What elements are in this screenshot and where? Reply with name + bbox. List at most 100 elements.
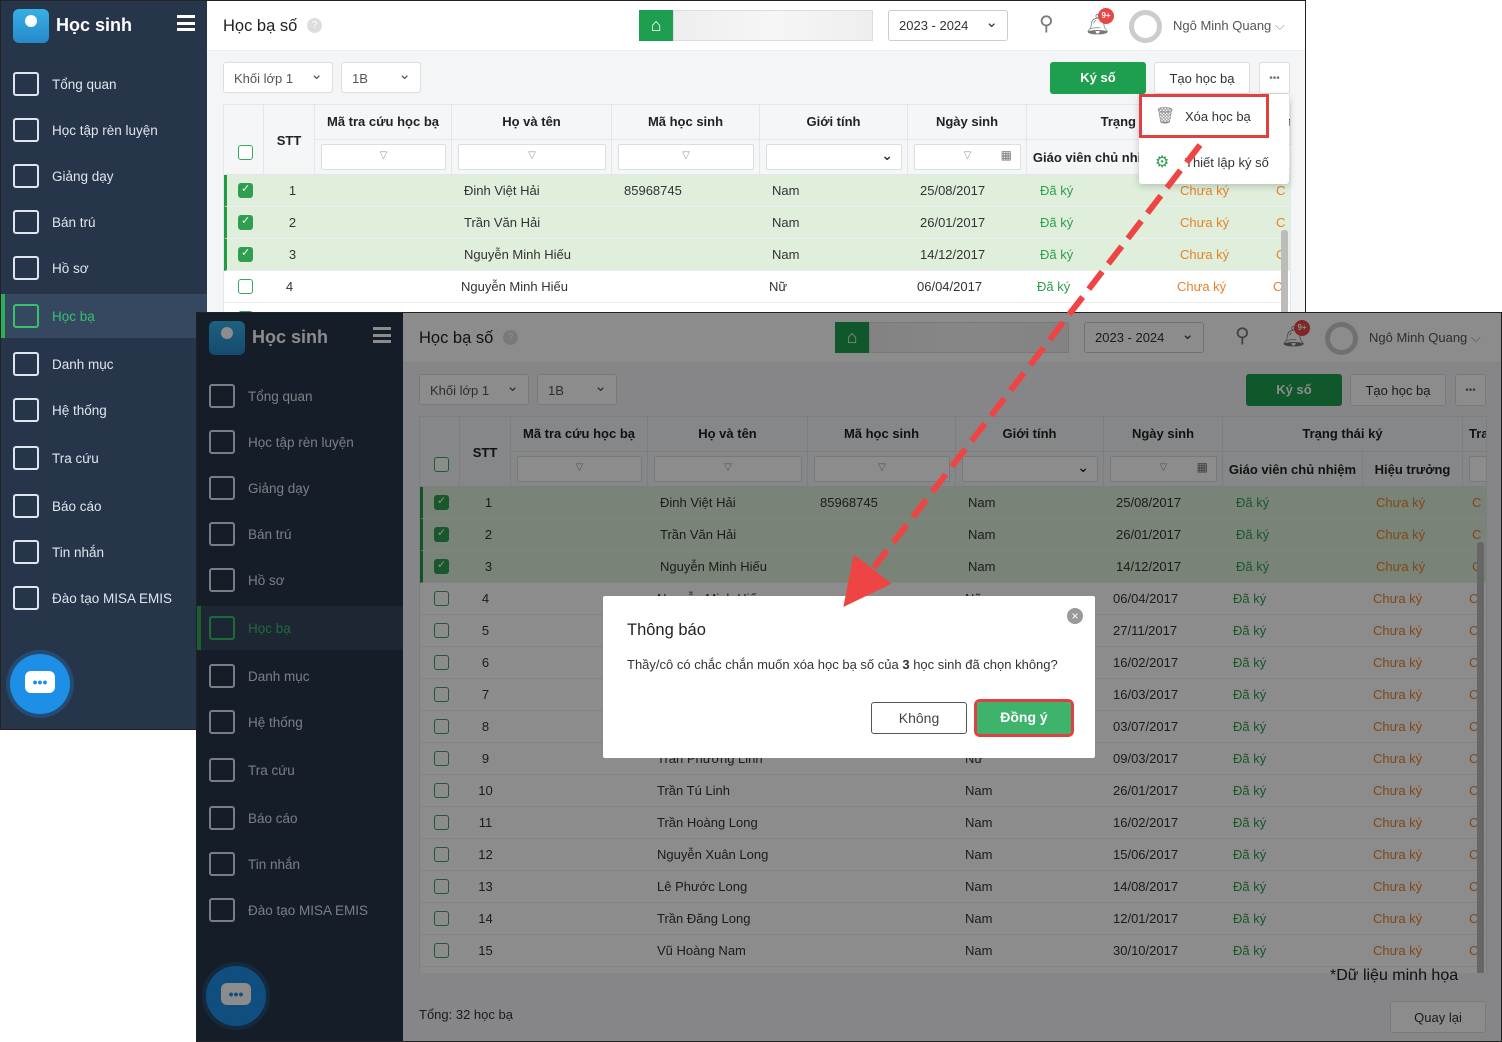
- select-all-checkbox[interactable]: [238, 145, 253, 160]
- sidebar-item[interactable]: Danh mục: [1, 342, 207, 386]
- gear-pen-icon: ⚙︎: [1155, 154, 1170, 171]
- class-select[interactable]: 1B: [341, 62, 421, 93]
- filter-cell: ▽: [612, 140, 760, 175]
- sidebar-item[interactable]: Học tập rèn luyện: [1, 108, 207, 152]
- sign-button[interactable]: Ký số: [1050, 62, 1146, 94]
- message-text: học sinh đã chọn không?: [909, 657, 1058, 672]
- document-icon: [13, 256, 39, 280]
- sidebar-item[interactable]: Báo cáo: [1, 484, 207, 528]
- sidebar-item[interactable]: Hồ sơ: [1, 246, 207, 290]
- row-dob: 06/04/2017: [917, 279, 983, 294]
- row-dob: 25/08/2017: [920, 183, 986, 198]
- sidebar-item-label: Báo cáo: [52, 498, 102, 514]
- menu-toggle-icon[interactable]: [177, 15, 195, 31]
- filter-cell: ▽: [452, 140, 612, 175]
- column-header-gender: Giới tính: [760, 105, 908, 140]
- more-actions-button[interactable]: •••: [1259, 62, 1290, 94]
- pie-chart-icon: [13, 494, 39, 518]
- lookup-filter-input[interactable]: ▽: [321, 144, 446, 170]
- avatar[interactable]: [1129, 10, 1162, 43]
- table-row[interactable]: 2 Trần Văn Hải Nam 26/01/2017 Đã ký Chưa…: [224, 207, 1290, 239]
- confirm-button[interactable]: Đồng ý: [974, 699, 1074, 737]
- row-teacher-status: Đã ký: [1040, 247, 1074, 262]
- row-stt: 2: [288, 215, 297, 230]
- sidebar-item[interactable]: Đào tạo MISA EMIS: [1, 576, 207, 620]
- sidebar-item-label: Bán trú: [52, 214, 96, 230]
- row-name: Trần Văn Hải: [464, 215, 541, 230]
- dialog-message: Thầy/cô có chắc chắn muốn xóa học bạ số …: [627, 657, 1058, 672]
- sidebar-item[interactable]: Tổng quan: [1, 62, 207, 106]
- table-row[interactable]: 3 Nguyễn Minh Hiếu Nam 14/12/2017 Đã ký …: [224, 239, 1290, 271]
- sidebar-item-label: Học bạ: [52, 308, 95, 324]
- row-checkbox[interactable]: [238, 279, 253, 294]
- column-header-lookup: Mã tra cứu học bạ: [315, 105, 452, 140]
- sidebar-item[interactable]: Tin nhắn: [1, 530, 207, 574]
- grade-select[interactable]: Khối lớp 1: [223, 62, 333, 93]
- column-header-dob: Ngày sinh: [908, 105, 1027, 140]
- row-principal-status: Chưa ký: [1180, 247, 1230, 262]
- menu-item-sign-setup[interactable]: ⚙︎ Thiết lập ký số: [1139, 140, 1289, 184]
- row-next-status: C: [1276, 183, 1286, 198]
- highlight-box: [1139, 94, 1269, 138]
- sidebar-item[interactable]: Học bạ: [1, 294, 207, 338]
- name-filter-input[interactable]: ▽: [458, 144, 606, 170]
- menu-item-label: Thiết lập ký số: [1185, 154, 1269, 170]
- illustrative-data-note: *Dữ liệu minh họa: [1330, 967, 1459, 984]
- school-selector[interactable]: [673, 10, 873, 41]
- gear-icon: [13, 398, 39, 422]
- cancel-button[interactable]: Không: [871, 702, 967, 734]
- row-teacher-status: Đã ký: [1037, 279, 1071, 294]
- row-name: Nguyễn Minh Hiếu: [461, 279, 568, 294]
- user-menu[interactable]: Ngô Minh Quang: [1173, 18, 1285, 34]
- page-title: Học bạ số: [223, 17, 298, 35]
- row-stt: 3: [288, 247, 297, 262]
- filter-cell: ▽ ▦: [908, 140, 1027, 175]
- table-row[interactable]: 1 Đinh Việt Hải 85968745 Nam 25/08/2017 …: [224, 175, 1290, 207]
- row-student-id: 85968745: [624, 183, 682, 198]
- search-chart-icon[interactable]: ⚲: [1039, 11, 1054, 36]
- search-icon: [13, 446, 39, 470]
- sidebar-item-label: Học tập rèn luyện: [52, 122, 158, 138]
- student-record-icon: [13, 304, 39, 328]
- row-stt: 1: [288, 183, 297, 198]
- student_id-filter-input[interactable]: ▽: [618, 144, 754, 170]
- close-icon[interactable]: ×: [1067, 608, 1083, 624]
- sidebar-item-label: Hệ thống: [52, 402, 107, 418]
- filter-cell: ▽: [315, 140, 452, 175]
- row-next-status: C: [1276, 215, 1286, 230]
- create-record-button[interactable]: Tạo học bạ: [1154, 62, 1250, 94]
- house-icon: [13, 210, 39, 234]
- chat-bubble-icon[interactable]: [10, 654, 70, 714]
- help-icon[interactable]: ?: [307, 18, 322, 33]
- table-row[interactable]: 4 Nguyễn Minh Hiếu Nữ 06/04/2017 Đã ký C…: [224, 271, 1290, 303]
- dob-filter-input[interactable]: ▽ ▦: [914, 144, 1021, 170]
- gender-filter-input[interactable]: ⌄: [766, 144, 902, 170]
- chart-icon: [13, 72, 39, 96]
- row-name: Nguyễn Minh Hiếu: [464, 247, 571, 262]
- sidebar-item[interactable]: Bán trú: [1, 200, 207, 244]
- confirm-delete-dialog: Thông báo × Thầy/cô có chắc chắn muốn xó…: [603, 596, 1095, 758]
- row-teacher-status: Đã ký: [1040, 183, 1074, 198]
- calendar-icon[interactable]: ▦: [1001, 148, 1012, 162]
- row-dob: 26/01/2017: [920, 215, 986, 230]
- header: Học bạ số? ⌂ 2023 - 2024 ⚲ 🔔︎ 9+ Ngô Min…: [207, 1, 1305, 51]
- selected-count: 3: [902, 657, 910, 672]
- row-checkbox[interactable]: [238, 246, 253, 262]
- school-year-select[interactable]: 2023 - 2024: [888, 10, 1008, 41]
- filter-cell: ⌄: [760, 140, 908, 175]
- sidebar-item-label: Tổng quan: [52, 76, 117, 92]
- folder-icon: [13, 352, 39, 376]
- row-checkbox[interactable]: [238, 214, 253, 230]
- home-icon[interactable]: ⌂: [639, 10, 673, 41]
- cube-icon: [13, 586, 39, 610]
- sidebar-item[interactable]: Giảng dạy: [1, 154, 207, 198]
- sidebar-item-label: Danh mục: [52, 356, 114, 372]
- sidebar-item[interactable]: Hệ thống: [1, 388, 207, 432]
- row-name: Đinh Việt Hải: [464, 183, 540, 198]
- sidebar-item-label: Đào tạo MISA EMIS: [52, 590, 173, 606]
- select-all-header: [224, 105, 264, 175]
- row-checkbox[interactable]: [238, 182, 253, 198]
- board-icon: [13, 164, 39, 188]
- sidebar-item[interactable]: Tra cứu: [1, 436, 207, 480]
- sidebar-item-label: Tin nhắn: [52, 544, 105, 560]
